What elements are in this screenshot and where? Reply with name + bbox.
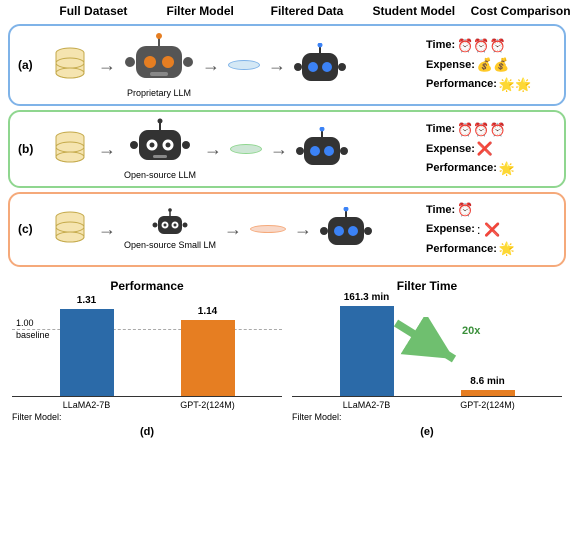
cost-c: Time:⏰ Expense:: ❌ Performance:🌟 — [426, 200, 556, 259]
bar-label: 8.6 min — [470, 376, 504, 387]
star-icon: 🌟 — [499, 239, 515, 259]
filter-model-label-a: Proprietary LLM — [124, 88, 194, 98]
arrow-icon: → — [270, 139, 288, 160]
column-headers: Full Dataset Filter Model Filtered Data … — [0, 0, 574, 20]
bar-llama: 161.3 min — [340, 306, 394, 396]
filter-model-label-b: Open-source LLM — [124, 170, 196, 180]
database-icon — [50, 211, 90, 247]
bar-gpt2: 8.6 min — [461, 390, 515, 396]
cost-perf-label: Performance: — [426, 160, 497, 177]
arrow-icon: → — [224, 219, 242, 240]
speedup-arrow-icon — [388, 317, 468, 367]
header-cost-comparison: Cost Comparison — [467, 4, 574, 18]
cost-time-label: Time: — [426, 121, 455, 138]
bar-label: 1.14 — [198, 306, 217, 317]
cost-expense-label: Expense: — [426, 221, 475, 238]
star-icon: 🌟 — [499, 159, 515, 179]
pipeline-row-c: (c) → Open-source Small LM → → — [8, 192, 566, 267]
bar-label: 161.3 min — [344, 292, 390, 303]
filtered-data-icon — [230, 144, 262, 154]
x-tick: GPT-2(124M) — [427, 400, 548, 410]
arrow-icon: → — [98, 55, 116, 76]
cost-perf-label: Performance: — [426, 241, 497, 258]
row-label-b: (b) — [18, 142, 42, 156]
chart-d-title: Performance — [12, 279, 282, 293]
filtered-data-icon — [250, 225, 286, 233]
cost-time-label: Time: — [426, 37, 455, 54]
baseline-value: 1.00 — [16, 318, 34, 328]
arrow-icon: → — [294, 219, 312, 240]
cost-b: Time:⏰⏰⏰ Expense:❌ Performance:🌟 — [426, 120, 556, 179]
database-icon — [50, 47, 90, 83]
bar-llama: 1.31 — [60, 309, 114, 396]
header-full-dataset: Full Dataset — [40, 4, 147, 18]
baseline-line — [12, 329, 282, 330]
clock-icon: ⏰⏰⏰ — [457, 36, 506, 56]
x-tick: LLaMA2-7B — [26, 400, 147, 410]
x-tick: LLaMA2-7B — [306, 400, 427, 410]
header-filtered-data: Filtered Data — [254, 4, 361, 18]
header-student-model: Student Model — [360, 4, 467, 18]
bar-label: 1.31 — [77, 295, 96, 306]
arrow-icon: → — [204, 139, 222, 160]
chart-filter-time: Filter Time 161.3 min 8.6 min 20x LLaMA2… — [292, 279, 562, 438]
x-axis-label: Filter Model: — [292, 412, 562, 422]
student-model-icon — [294, 43, 346, 87]
database-icon — [50, 131, 90, 167]
student-model-icon — [296, 127, 348, 171]
header-filter-model: Filter Model — [147, 4, 254, 18]
pipeline-row-b: (b) → Open-source LLM → → — [8, 110, 566, 188]
cost-perf-label: Performance: — [426, 76, 497, 93]
filtered-data-icon — [228, 60, 260, 70]
row-label-c: (c) — [18, 222, 42, 236]
chart-d-sublabel: (d) — [12, 426, 282, 438]
chart-e-title: Filter Time — [292, 279, 562, 293]
arrow-icon: → — [268, 55, 286, 76]
charts-container: Performance 1.00 baseline 1.31 1.14 LLaM… — [0, 271, 574, 442]
money-icon: 💰💰 — [477, 55, 509, 75]
cost-time-label: Time: — [426, 202, 455, 219]
arrow-icon: → — [202, 55, 220, 76]
filter-model-c: Open-source Small LM — [124, 208, 216, 250]
baseline-text: baseline — [16, 330, 50, 340]
cross-icon: : ❌ — [477, 220, 500, 240]
cost-a: Time:⏰⏰⏰ Expense:💰💰 Performance:🌟🌟 — [426, 36, 556, 95]
arrow-icon: → — [98, 219, 116, 240]
pipeline-row-a: (a) → Proprietary LLM → → — [8, 24, 566, 106]
cost-expense-label: Expense: — [426, 57, 475, 74]
x-axis-label: Filter Model: — [12, 412, 282, 422]
arrow-icon: → — [98, 139, 116, 160]
star-icon: 🌟🌟 — [499, 75, 531, 95]
chart-e-sublabel: (e) — [292, 426, 562, 438]
cross-icon: ❌ — [477, 139, 493, 159]
chart-performance: Performance 1.00 baseline 1.31 1.14 LLaM… — [12, 279, 282, 438]
speedup-label: 20x — [462, 325, 480, 337]
filter-model-b: Open-source LLM — [124, 118, 196, 180]
row-label-a: (a) — [18, 58, 42, 72]
x-tick: GPT-2(124M) — [147, 400, 268, 410]
cost-expense-label: Expense: — [426, 141, 475, 158]
clock-icon: ⏰⏰⏰ — [457, 120, 506, 140]
filter-model-label-c: Open-source Small LM — [124, 240, 216, 250]
bar-gpt2: 1.14 — [181, 320, 235, 396]
filter-model-a: Proprietary LLM — [124, 32, 194, 98]
student-model-icon — [320, 207, 372, 251]
clock-icon: ⏰ — [457, 200, 473, 220]
